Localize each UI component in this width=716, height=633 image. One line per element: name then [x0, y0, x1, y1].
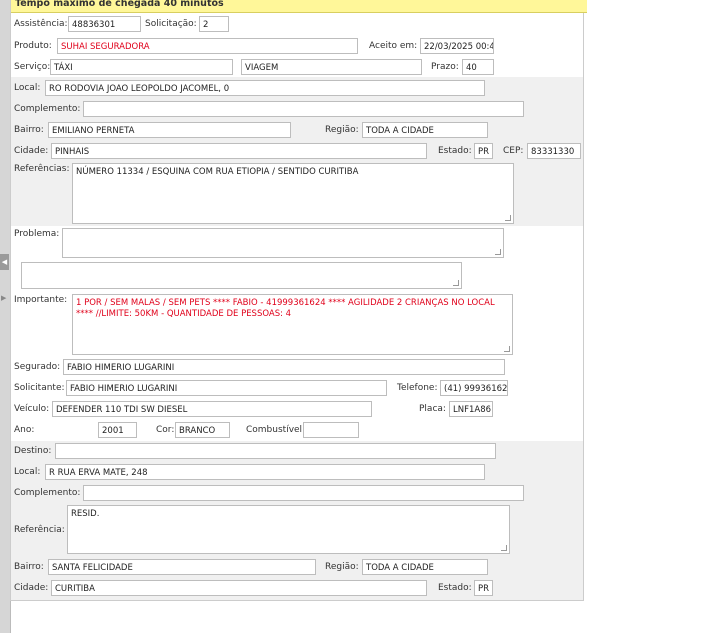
cor-label: Cor:	[156, 425, 175, 435]
aceito-input[interactable]: 22/03/2025 00:49	[420, 38, 494, 54]
origem-bairro-label: Bairro:	[14, 125, 44, 135]
telefone-input[interactable]: (41) 999361624	[440, 380, 508, 396]
origem-local-label: Local:	[14, 83, 41, 93]
assistencia-label: Assistência:	[14, 19, 68, 29]
telefone-label: Telefone:	[397, 383, 438, 393]
produto-label: Produto:	[14, 41, 52, 51]
aceito-label: Aceito em:	[369, 41, 418, 51]
origem-regiao-label: Região:	[325, 125, 359, 135]
destino-cidade-input[interactable]: CURITIBA	[51, 580, 427, 596]
servico-tipo-input[interactable]: VIAGEM	[241, 59, 422, 75]
origem-complemento-input[interactable]	[83, 101, 524, 117]
destino-bairro-input[interactable]: SANTA FELICIDADE	[48, 559, 316, 575]
cor-input[interactable]: BRANCO	[175, 422, 230, 438]
destino-input[interactable]	[55, 443, 496, 459]
origem-referencias-textarea[interactable]: NÚMERO 11334 / ESQUINA COM RUA ETIOPIA /…	[72, 163, 514, 224]
solicitante-input[interactable]: FABIO HIMERIO LUGARINI	[66, 380, 387, 396]
produto-input[interactable]: SUHAI SEGURADORA	[57, 38, 358, 54]
problema-label: Problema:	[14, 229, 60, 239]
destino-estado-input[interactable]: PR	[474, 580, 493, 596]
destino-referencia-label: Referência:	[14, 525, 65, 535]
destino-complemento-input[interactable]	[83, 485, 524, 501]
solicitacao-label: Solicitação:	[145, 19, 197, 29]
arrow-right-icon: ▶	[1, 294, 7, 302]
origem-complemento-label: Complemento:	[14, 104, 81, 114]
origem-bairro-input[interactable]: EMILIANO PERNETA	[48, 122, 291, 138]
origem-cep-label: CEP:	[503, 146, 524, 156]
origem-regiao-input[interactable]: TODA A CIDADE	[362, 122, 488, 138]
solicitante-label: Solicitante:	[14, 383, 65, 393]
destino-regiao-input[interactable]: TODA A CIDADE	[362, 559, 488, 575]
origem-cep-input[interactable]: 83331330	[527, 143, 581, 159]
origem-cidade-input[interactable]: PINHAIS	[51, 143, 427, 159]
veiculo-label: Veículo:	[14, 404, 50, 414]
ano-label: Ano:	[14, 425, 35, 435]
problema-textarea[interactable]	[62, 228, 504, 258]
arrival-time-banner: Tempo maximo de chegada 40 minutos	[11, 0, 587, 13]
destino-complemento-label: Complemento:	[14, 488, 81, 498]
destino-local-label: Local:	[14, 467, 41, 477]
destino-cidade-label: Cidade:	[14, 583, 49, 593]
segurado-input[interactable]: FABIO HIMERIO LUGARINI	[63, 359, 505, 375]
importante-textarea[interactable]: 1 POR / SEM MALAS / SEM PETS **** FABIO …	[72, 294, 513, 355]
destino-estado-label: Estado:	[438, 583, 472, 593]
origem-local-input[interactable]: RO RODOVIA JOAO LEOPOLDO JACOMEL, 0	[45, 80, 485, 96]
prazo-input[interactable]: 40	[462, 59, 494, 75]
placa-label: Placa:	[419, 404, 446, 414]
combustivel-input[interactable]	[303, 422, 359, 438]
servico-input[interactable]: TÁXI	[50, 59, 233, 75]
service-form: Tempo maximo de chegada 40 minutos Assis…	[10, 0, 587, 601]
destino-referencia-textarea[interactable]: RESID.	[67, 505, 510, 554]
destino-bairro-label: Bairro:	[14, 562, 44, 572]
solicitacao-input[interactable]: 2	[199, 16, 229, 32]
problema-detalhe-textarea[interactable]	[21, 262, 462, 289]
origem-referencias-label: Referências:	[14, 164, 70, 174]
importante-label: Importante:	[14, 295, 68, 305]
ano-input[interactable]: 2001	[98, 422, 137, 438]
servico-label: Serviço:	[14, 62, 51, 72]
origem-estado-label: Estado:	[438, 146, 472, 156]
prazo-label: Prazo:	[431, 62, 459, 72]
collapse-tab-icon[interactable]: ◀	[0, 254, 9, 270]
combustivel-label: Combustível:	[246, 425, 306, 435]
assistencia-input[interactable]: 48836301	[68, 16, 141, 32]
veiculo-input[interactable]: DEFENDER 110 TDI SW DIESEL	[52, 401, 372, 417]
destino-local-input[interactable]: R RUA ERVA MATE, 248	[45, 464, 485, 480]
destino-label: Destino:	[14, 446, 52, 456]
origem-cidade-label: Cidade:	[14, 146, 49, 156]
placa-input[interactable]: LNF1A86	[449, 401, 493, 417]
segurado-label: Segurado:	[14, 362, 61, 372]
origem-estado-input[interactable]: PR	[474, 143, 493, 159]
destino-regiao-label: Região:	[325, 562, 359, 572]
